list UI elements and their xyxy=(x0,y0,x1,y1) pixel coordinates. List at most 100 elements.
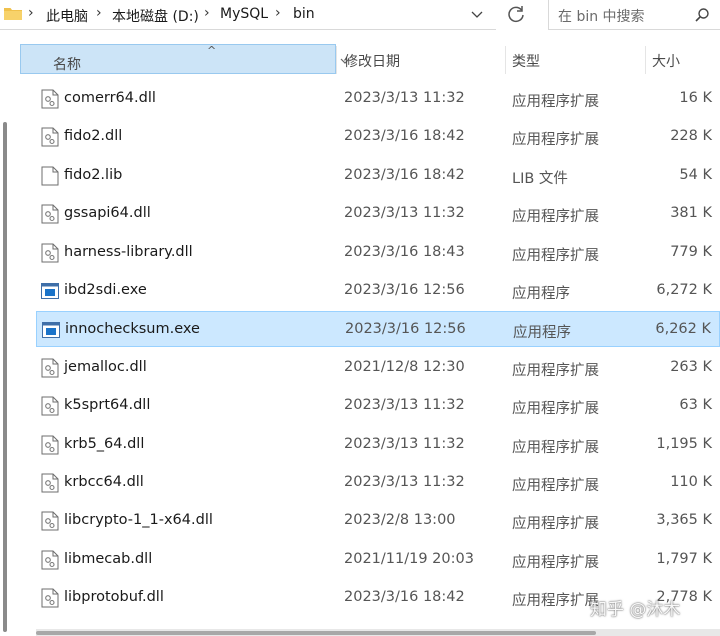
file-name: fido2.lib xyxy=(64,166,123,183)
sort-ascending-icon: ^ xyxy=(207,44,217,57)
file-modified-date: 2023/3/16 18:42 xyxy=(344,166,465,183)
file-modified-date: 2021/12/8 12:30 xyxy=(344,358,465,375)
dll-file-icon xyxy=(41,358,59,378)
scrollbar-thumb[interactable] xyxy=(3,122,7,632)
file-name: gssapi64.dll xyxy=(64,205,151,222)
breadcrumb-separator: › xyxy=(204,5,210,21)
file-name: innochecksum.exe xyxy=(65,321,200,338)
file-row[interactable]: gssapi64.dll 2023/3/13 11:32 应用程序扩展 381 K xyxy=(36,196,720,232)
file-name: krbcc64.dll xyxy=(64,474,144,490)
file-type: 应用程序扩展 xyxy=(512,132,599,149)
column-header-name[interactable]: ^ 名称 xyxy=(20,44,350,74)
file-type: 应用程序扩展 xyxy=(512,554,599,571)
breadcrumb-separator: › xyxy=(275,5,281,21)
address-bar[interactable]: › 此电脑 › 本地磁盘 (D:) › MySQL › bin xyxy=(0,0,496,30)
chevron-down-icon[interactable] xyxy=(466,4,488,24)
file-size: 1,797 K xyxy=(656,550,712,567)
file-modified-date: 2023/3/16 12:56 xyxy=(345,321,466,338)
dll-file-icon xyxy=(41,588,59,608)
file-row[interactable]: ibd2sdi.exe 2023/3/16 12:56 应用程序 6,272 K xyxy=(36,273,720,309)
file-row[interactable]: innochecksum.exe 2023/3/16 12:56 应用程序 6,262… xyxy=(36,311,720,348)
dll-file-icon xyxy=(41,204,59,224)
file-modified-date: 2023/3/16 18:43 xyxy=(344,243,465,260)
column-divider[interactable] xyxy=(505,46,506,74)
file-type: 应用程序扩展 xyxy=(512,593,599,610)
dll-file-icon xyxy=(41,435,59,455)
file-row[interactable]: krb5_64.dll 2023/3/13 11:32 应用程序扩展 1,195 K xyxy=(36,427,720,463)
address-row: › 此电脑 › 本地磁盘 (D:) › MySQL › bin 在 bin 中搜… xyxy=(0,0,720,34)
folder-icon xyxy=(4,8,22,20)
file-row[interactable]: k5sprt64.dll 2023/3/13 11:32 应用程序扩展 63 K xyxy=(36,388,720,424)
navigation-pane-scrollbar[interactable] xyxy=(0,40,14,636)
file-name: ibd2sdi.exe xyxy=(64,282,147,298)
refresh-icon[interactable] xyxy=(504,3,528,25)
file-size: 63 K xyxy=(679,397,712,414)
file-size: 381 K xyxy=(670,205,712,222)
dll-file-icon xyxy=(41,243,59,263)
file-size: 6,272 K xyxy=(656,282,712,298)
exe-file-icon xyxy=(42,320,60,340)
file-type: 应用程序扩展 xyxy=(512,439,599,456)
scrollbar-thumb[interactable] xyxy=(36,631,596,635)
column-header-size[interactable]: 大小 xyxy=(652,51,680,71)
file-size: 3,365 K xyxy=(656,512,712,529)
file-type: 应用程序扩展 xyxy=(512,478,599,494)
file-size: 6,262 K xyxy=(655,321,711,338)
file-row[interactable]: fido2.dll 2023/3/16 18:42 应用程序扩展 228 K xyxy=(36,119,720,155)
file-size: 16 K xyxy=(679,90,712,106)
breadcrumb-local-disk[interactable]: 本地磁盘 (D:) xyxy=(112,6,199,26)
file-modified-date: 2023/3/16 18:42 xyxy=(344,589,465,606)
search-input[interactable]: 在 bin 中搜索 xyxy=(548,0,720,30)
file-type: 应用程序扩展 xyxy=(512,247,599,264)
file-modified-date: 2023/3/13 11:32 xyxy=(344,474,465,490)
file-row[interactable]: libmecab.dll 2021/11/19 20:03 应用程序扩展 1,797 … xyxy=(36,542,720,578)
dll-file-icon xyxy=(41,89,59,109)
file-size: 263 K xyxy=(670,358,712,375)
file-row[interactable]: jemalloc.dll 2021/12/8 12:30 应用程序扩展 263 K xyxy=(36,350,720,386)
dll-file-icon xyxy=(41,396,59,416)
file-type: 应用程序扩展 xyxy=(512,362,599,379)
file-size: 1,195 K xyxy=(656,435,712,452)
dll-file-icon xyxy=(41,550,59,570)
file-name: libmecab.dll xyxy=(64,550,153,567)
file-modified-date: 2023/3/16 12:56 xyxy=(344,282,465,298)
blank-file-icon xyxy=(41,166,59,186)
column-name-label: 名称 xyxy=(53,57,81,73)
breadcrumb-mysql[interactable]: MySQL xyxy=(220,6,268,22)
file-row[interactable]: comerr64.dll 2023/3/13 11:32 应用程序扩展 16 K xyxy=(36,81,720,117)
file-type: 应用程序 xyxy=(513,325,571,342)
file-name: harness-library.dll xyxy=(64,243,193,260)
column-divider[interactable] xyxy=(645,46,646,74)
file-name: fido2.dll xyxy=(64,128,123,145)
breadcrumb-this-pc[interactable]: 此电脑 xyxy=(46,6,88,26)
column-header-date[interactable]: 修改日期 xyxy=(344,51,400,71)
dll-file-icon xyxy=(41,511,59,531)
exe-file-icon xyxy=(41,281,59,301)
file-row[interactable]: krbcc64.dll 2023/3/13 11:32 应用程序扩展 110 K xyxy=(36,465,720,501)
file-row[interactable]: fido2.lib 2023/3/16 18:42 LIB 文件 54 K xyxy=(36,158,720,194)
file-name: comerr64.dll xyxy=(64,90,156,106)
search-placeholder: 在 bin 中搜索 xyxy=(558,9,645,25)
search-icon xyxy=(695,8,709,22)
file-size: 779 K xyxy=(670,243,712,260)
file-size: 110 K xyxy=(670,474,712,490)
column-header: ^ 名称 修改日期 类型 大小 xyxy=(0,42,720,76)
file-name: jemalloc.dll xyxy=(64,358,147,375)
file-modified-date: 2023/3/16 18:42 xyxy=(344,128,465,145)
file-row[interactable]: libcrypto-1_1-x64.dll 2023/2/8 13:00 应用程序扩… xyxy=(36,503,720,539)
column-header-type[interactable]: 类型 xyxy=(512,51,540,71)
file-name: libcrypto-1_1-x64.dll xyxy=(64,512,213,529)
file-modified-date: 2023/3/13 11:32 xyxy=(344,90,465,106)
file-type: 应用程序扩展 xyxy=(512,94,599,110)
file-size: 54 K xyxy=(679,166,712,183)
dll-file-icon xyxy=(41,127,59,147)
file-type: 应用程序扩展 xyxy=(512,516,599,533)
file-row[interactable]: harness-library.dll 2023/3/16 18:43 应用程序扩展… xyxy=(36,235,720,271)
file-modified-date: 2023/3/13 11:32 xyxy=(344,205,465,222)
horizontal-scrollbar[interactable] xyxy=(36,629,720,636)
file-type: 应用程序扩展 xyxy=(512,401,599,418)
column-divider[interactable] xyxy=(336,46,337,74)
file-modified-date: 2021/11/19 20:03 xyxy=(344,550,474,567)
file-name: krb5_64.dll xyxy=(64,435,145,452)
breadcrumb-bin[interactable]: bin xyxy=(293,6,315,22)
